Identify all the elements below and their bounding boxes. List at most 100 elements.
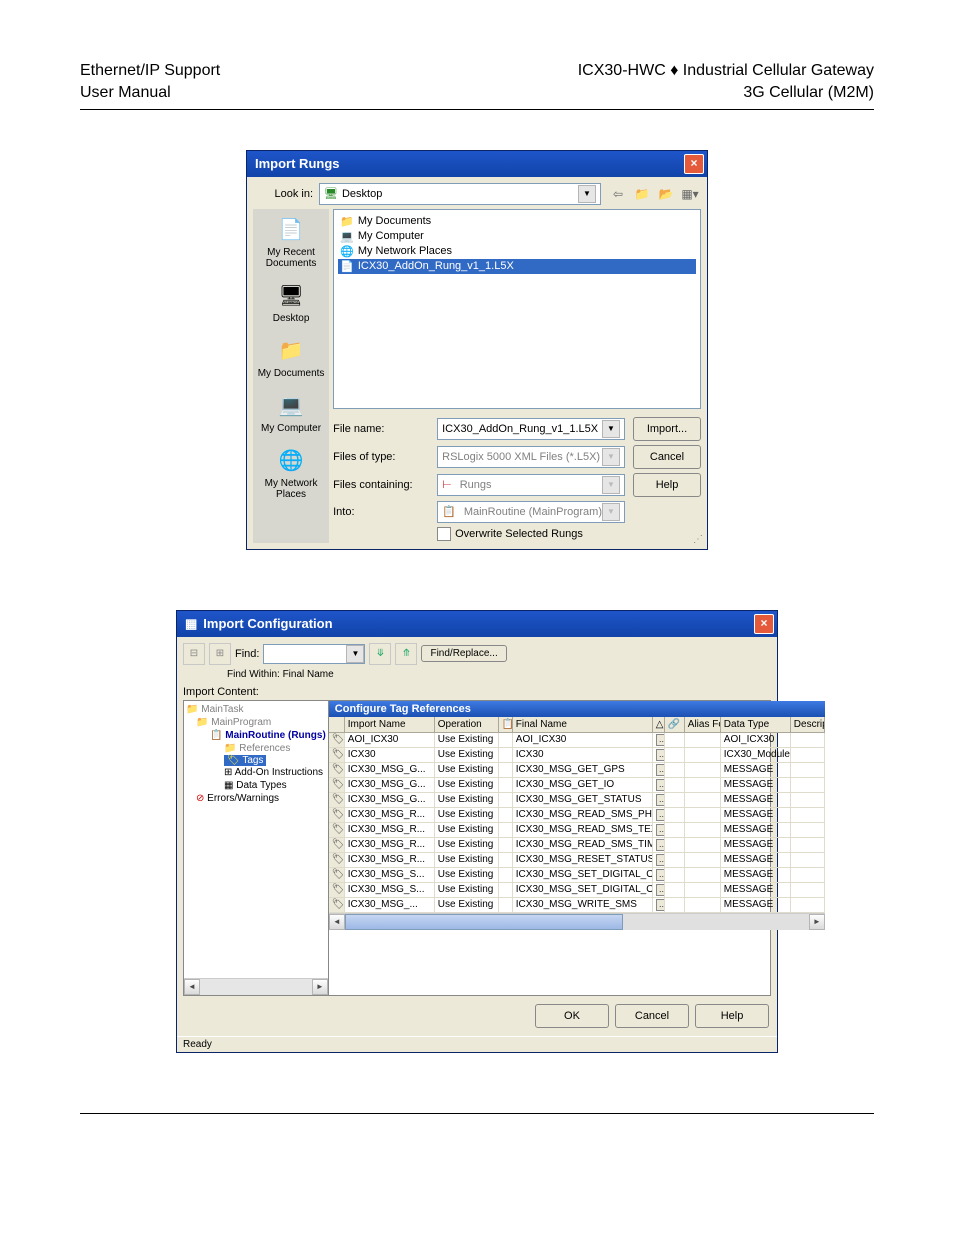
cell-operation[interactable]: Use Existing (435, 748, 499, 762)
cell-elipsis[interactable]: … (653, 763, 665, 777)
cell-final-name[interactable]: ICX30_MSG_GET_GPS (513, 763, 653, 777)
cell-final-name[interactable]: ICX30_MSG_RESET_STATUS (513, 853, 653, 867)
file-list[interactable]: 📁My Documents 💻My Computer 🌐My Network P… (333, 209, 701, 409)
table-row[interactable]: 🏷ICX30_MSG_R...Use ExistingICX30_MSG_RES… (329, 853, 825, 868)
cell-operation[interactable]: Use Existing (435, 853, 499, 867)
cell-final-name[interactable]: ICX30_MSG_GET_IO (513, 778, 653, 792)
cell-operation[interactable]: Use Existing (435, 823, 499, 837)
cell-operation[interactable]: Use Existing (435, 868, 499, 882)
tree-mainroutine[interactable]: 📋 MainRoutine (Rungs) (210, 729, 326, 742)
cell-final-name[interactable]: ICX30_MSG_SET_DIGITAL_OUT_2 (513, 883, 653, 897)
cell-operation[interactable]: Use Existing (435, 808, 499, 822)
cell-operation[interactable]: Use Existing (435, 763, 499, 777)
table-row[interactable]: 🏷ICX30Use ExistingICX30…ICX30_ModuleDef (329, 748, 825, 763)
ok-button[interactable]: OK (535, 1004, 609, 1028)
table-horizontal-scrollbar[interactable]: ◄ ► (329, 913, 825, 930)
places-desktop[interactable]: 🖥 Desktop (273, 281, 310, 324)
col-descrip[interactable]: Descrip (791, 717, 825, 732)
expand-tree-icon[interactable]: ⊞ (209, 643, 231, 665)
file-item-selected[interactable]: 📄ICX30_AddOn_Rung_v1_1.L5X (338, 259, 696, 274)
cell-elipsis[interactable]: … (653, 853, 665, 867)
tree-maintask[interactable]: 📁 MainTask (186, 703, 326, 716)
cell-elipsis[interactable]: … (653, 883, 665, 897)
col-sort[interactable]: △ (653, 717, 665, 732)
cell-elipsis[interactable]: … (653, 808, 665, 822)
table-row[interactable]: 🏷ICX30_MSG_R...Use ExistingICX30_MSG_REA… (329, 823, 825, 838)
tree-tags[interactable]: 🏷 Tags (224, 755, 266, 766)
resize-grip-icon[interactable]: ⋰ (333, 537, 701, 543)
help-button[interactable]: Help (633, 473, 701, 497)
collapse-tree-icon[interactable]: ⊟ (183, 643, 205, 665)
cell-elipsis[interactable]: … (653, 778, 665, 792)
cell-operation[interactable]: Use Existing (435, 778, 499, 792)
find-prev-icon[interactable]: ⤊ (395, 643, 417, 665)
cell-operation[interactable]: Use Existing (435, 883, 499, 897)
table-row[interactable]: 🏷ICX30_MSG_G...Use ExistingICX30_MSG_GET… (329, 793, 825, 808)
col-data-type[interactable]: Data Type (721, 717, 791, 732)
up-folder-icon[interactable]: 📁 (631, 184, 653, 204)
close-button[interactable]: × (684, 154, 704, 174)
cell-operation[interactable]: Use Existing (435, 898, 499, 912)
chevron-down-icon[interactable]: ▼ (578, 185, 596, 203)
tree-errors[interactable]: ⊘ Errors/Warnings (196, 792, 326, 805)
cell-elipsis[interactable]: … (653, 898, 665, 912)
close-button-ic[interactable]: × (754, 614, 774, 634)
cancel-button-ic[interactable]: Cancel (615, 1004, 689, 1028)
look-in-select[interactable]: 🖥 Desktop ▼ (319, 183, 601, 205)
file-name-input[interactable]: ICX30_AddOn_Rung_v1_1.L5X ▼ (437, 418, 625, 440)
cell-final-name[interactable]: ICX30_MSG_READ_SMS_PHONE (513, 808, 653, 822)
cell-operation[interactable]: Use Existing (435, 838, 499, 852)
col-alias-for[interactable]: Alias For (685, 717, 721, 732)
cell-elipsis[interactable]: … (653, 823, 665, 837)
cell-operation[interactable]: Use Existing (435, 733, 499, 747)
scroll-right-icon[interactable]: ► (312, 979, 328, 995)
find-input[interactable]: ▼ (263, 644, 365, 664)
cancel-button[interactable]: Cancel (633, 445, 701, 469)
table-row[interactable]: 🏷ICX30_MSG_S...Use ExistingICX30_MSG_SET… (329, 883, 825, 898)
views-icon[interactable]: ▦▾ (679, 184, 701, 204)
ic-tree[interactable]: 📁 MainTask 📁 MainProgram 📋 MainRoutine (… (184, 701, 329, 995)
scroll-thumb[interactable] (345, 914, 623, 930)
import-button[interactable]: Import... (633, 417, 701, 441)
cell-elipsis[interactable]: … (653, 793, 665, 807)
table-scroll-left-icon[interactable]: ◄ (329, 914, 345, 930)
find-next-icon[interactable]: ⤋ (369, 643, 391, 665)
table-scroll-right-icon[interactable]: ► (809, 914, 825, 930)
scroll-left-icon[interactable]: ◄ (184, 979, 200, 995)
cell-final-name[interactable]: ICX30_MSG_READ_SMS_TIME (513, 838, 653, 852)
table-row[interactable]: 🏷ICX30_MSG_R...Use ExistingICX30_MSG_REA… (329, 838, 825, 853)
col-operation[interactable]: Operation (435, 717, 499, 732)
cell-final-name[interactable]: ICX30_MSG_GET_STATUS (513, 793, 653, 807)
cell-elipsis[interactable]: … (653, 868, 665, 882)
tree-datatypes[interactable]: ▦ Data Types (224, 779, 326, 792)
places-computer[interactable]: 💻 My Computer (261, 391, 321, 434)
new-folder-icon[interactable]: 📂 (655, 184, 677, 204)
file-name-dropdown-icon[interactable]: ▼ (602, 420, 620, 438)
cell-final-name[interactable]: ICX30 (513, 748, 653, 762)
files-of-type-select[interactable]: RSLogix 5000 XML Files (*.L5X) ▼ (437, 446, 625, 468)
types-dropdown-icon[interactable]: ▼ (602, 448, 620, 466)
tree-references[interactable]: 📁 References (224, 742, 326, 755)
cell-final-name[interactable]: ICX30_MSG_READ_SMS_TEXT (513, 823, 653, 837)
find-replace-button[interactable]: Find/Replace... (421, 645, 506, 662)
table-row[interactable]: 🏷AOI_ICX30Use ExistingAOI_ICX30…AOI_ICX3… (329, 733, 825, 748)
cell-final-name[interactable]: AOI_ICX30 (513, 733, 653, 747)
file-item-mycomputer[interactable]: 💻My Computer (338, 229, 696, 244)
places-recent[interactable]: 📄 My Recent Documents (255, 215, 327, 269)
cell-elipsis[interactable]: … (653, 748, 665, 762)
places-network[interactable]: 🌐 My Network Places (255, 446, 327, 500)
back-icon[interactable]: ⇦ (607, 184, 629, 204)
table-row[interactable]: 🏷ICX30_MSG_S...Use ExistingICX30_MSG_SET… (329, 868, 825, 883)
places-documents[interactable]: 📁 My Documents (258, 336, 325, 379)
table-row[interactable]: 🏷ICX30_MSG_R...Use ExistingICX30_MSG_REA… (329, 808, 825, 823)
file-item-mynetwork[interactable]: 🌐My Network Places (338, 244, 696, 259)
cell-operation[interactable]: Use Existing (435, 793, 499, 807)
cell-elipsis[interactable]: … (653, 733, 665, 747)
table-row[interactable]: 🏷ICX30_MSG_G...Use ExistingICX30_MSG_GET… (329, 778, 825, 793)
find-dropdown-icon[interactable]: ▼ (346, 645, 364, 663)
col-final-name[interactable]: Final Name (513, 717, 653, 732)
tree-addon[interactable]: ⊞ Add-On Instructions (224, 766, 326, 779)
tree-mainprogram[interactable]: 📁 MainProgram (196, 716, 326, 729)
table-row[interactable]: 🏷ICX30_MSG_...Use ExistingICX30_MSG_WRIT… (329, 898, 825, 913)
help-button-ic[interactable]: Help (695, 1004, 769, 1028)
